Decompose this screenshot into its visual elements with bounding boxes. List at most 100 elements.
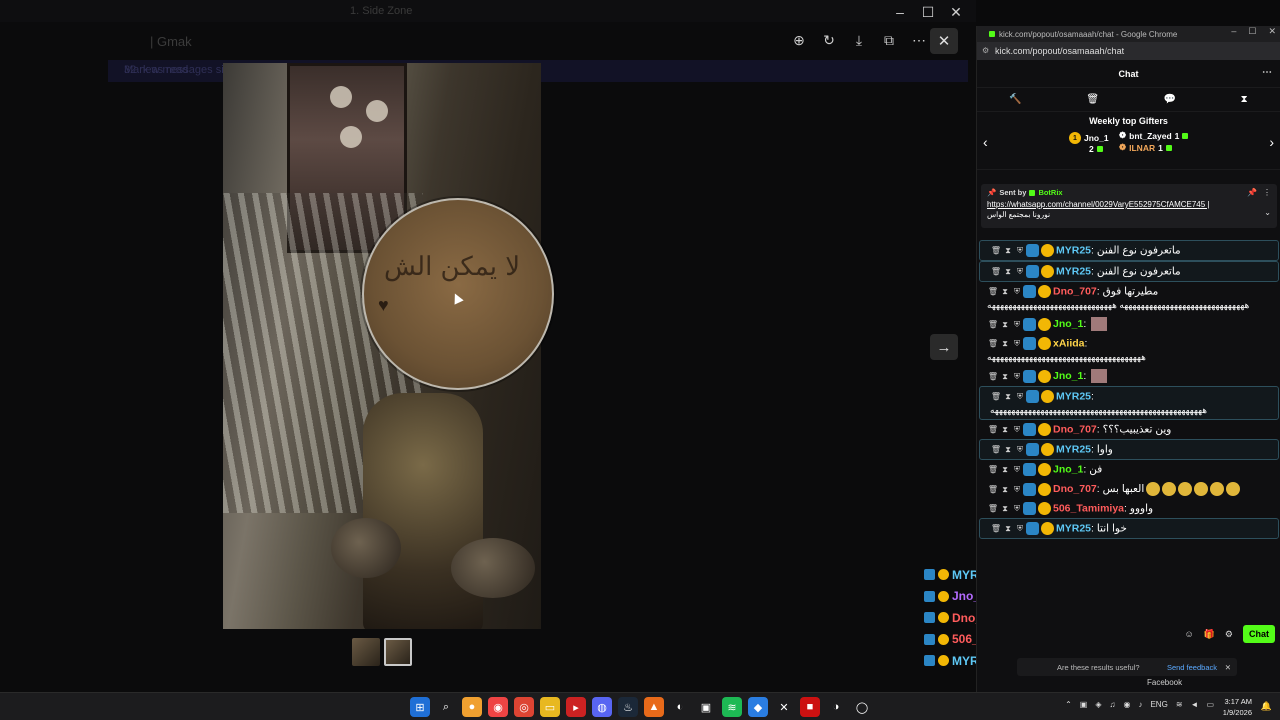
more-icon[interactable]: ⋯ (906, 28, 932, 52)
folder-icon[interactable]: ▭ (540, 697, 560, 717)
chat-username[interactable]: Dno_707 (1053, 483, 1097, 495)
windows-start-icon[interactable]: ⊞ (410, 697, 430, 717)
search-icon[interactable]: ⌕ (436, 697, 456, 717)
discord-icon[interactable]: ◍ (592, 697, 612, 717)
app-icon[interactable]: ◑ (826, 697, 846, 717)
chevron-down-icon[interactable]: ⌄ (1264, 208, 1271, 217)
shield-icon[interactable]: ⛨ (1011, 504, 1023, 514)
chat-username[interactable]: MYR25 (1056, 390, 1091, 402)
trash-icon[interactable]: 🗑 (987, 504, 999, 513)
notification-bell-icon[interactable]: 🔔 (1261, 701, 1272, 712)
download-icon[interactable]: ⤓ (846, 28, 872, 52)
volume-icon[interactable]: ◄ (1191, 700, 1199, 709)
shield-icon[interactable]: ⛨ (1011, 372, 1023, 382)
clock[interactable]: 3:17 AM 1/9/2026 (1223, 696, 1252, 718)
tray-icon[interactable]: ◈ (1095, 700, 1101, 709)
trash-icon[interactable]: 🗑 (987, 287, 999, 296)
wifi-icon[interactable]: ≋ (1176, 700, 1183, 709)
shield-icon[interactable]: ⛨ (1011, 287, 1023, 297)
trash-icon[interactable]: 🗑 (987, 465, 999, 474)
shield-icon[interactable]: ⛨ (1011, 485, 1023, 495)
send-chat-button[interactable]: Chat (1243, 625, 1275, 643)
hourglass-icon[interactable]: ⧗ (999, 465, 1011, 475)
minimize-icon[interactable]: – (886, 2, 914, 22)
chat-username[interactable]: Dno_707 (1053, 285, 1097, 297)
chevron-left-icon[interactable]: ‹ (983, 134, 988, 150)
chat-username[interactable]: Dno_707 (1053, 423, 1097, 435)
chat-username[interactable]: MYR25 (1056, 522, 1091, 534)
chat-username[interactable]: MYR25 (1056, 443, 1091, 455)
shield-icon[interactable]: ⛨ (1011, 339, 1023, 349)
shield-icon[interactable]: ⛨ (1014, 524, 1026, 534)
close-icon[interactable]: ✕ (942, 2, 970, 22)
gift-icon[interactable]: 🎁 (1204, 629, 1215, 640)
chevron-up-icon[interactable]: ⌃ (1065, 700, 1072, 709)
hourglass-icon[interactable]: ⧗ (999, 425, 1011, 435)
maximize-icon[interactable]: ☐ (914, 2, 942, 22)
chat-username[interactable]: 506_Tamimiya (1053, 502, 1124, 514)
app-icon[interactable]: ◎ (514, 697, 534, 717)
maximize-icon[interactable]: ☐ (1248, 26, 1256, 37)
trash-icon[interactable]: 🗑 (990, 246, 1002, 255)
trash-icon[interactable]: 🗑 (990, 524, 1002, 533)
site-info-icon[interactable]: ⚙ (982, 46, 989, 55)
trash-icon[interactable]: 🗑 (987, 320, 999, 329)
hourglass-icon[interactable]: ⧗ (999, 287, 1011, 297)
emote-icon[interactable]: ☺ (1185, 629, 1194, 639)
trash-icon[interactable]: 🗑 (987, 339, 999, 348)
app-icon[interactable]: ◐ (670, 697, 690, 717)
close-icon[interactable]: ✕ (1268, 26, 1276, 37)
shield-icon[interactable]: ⛨ (1014, 392, 1026, 402)
trash-icon[interactable]: 🗑 (990, 392, 1002, 401)
tray-icon[interactable]: ◉ (1123, 700, 1130, 709)
trash-icon[interactable]: 🗑 (990, 445, 1002, 454)
chat-bubble-icon[interactable]: 💬 (1164, 94, 1176, 105)
hourglass-icon[interactable]: ⧗ (1241, 94, 1248, 105)
thumbnail-selected[interactable] (384, 638, 412, 666)
rotate-icon[interactable]: ↻ (816, 28, 842, 52)
hammer-icon[interactable]: 🔨 (1009, 94, 1021, 105)
pinned-link[interactable]: https://whatsapp.com/channel/0029VaryE55… (987, 200, 1271, 209)
steam-icon[interactable]: ♨ (618, 697, 638, 717)
trash-icon[interactable]: 🗑 (1086, 94, 1099, 105)
hourglass-icon[interactable]: ⧗ (999, 372, 1011, 382)
viewer-close-button[interactable]: ✕ (930, 28, 958, 54)
chat-username[interactable]: Jno_1 (1053, 318, 1083, 330)
hourglass-icon[interactable]: ⧗ (1002, 445, 1014, 455)
send-feedback-link[interactable]: Send feedback (1167, 663, 1217, 672)
app-icon[interactable]: ● (462, 697, 482, 717)
chat-username[interactable]: xAiida (1053, 337, 1085, 349)
open-external-icon[interactable]: ⧉ (876, 28, 902, 52)
more-icon[interactable]: ⋯ (1262, 67, 1272, 78)
unpin-icon[interactable]: 📌 (1247, 188, 1257, 197)
hourglass-icon[interactable]: ⧗ (999, 485, 1011, 495)
spotify-icon[interactable]: ≋ (722, 697, 742, 717)
shield-icon[interactable]: ⛨ (1014, 246, 1026, 256)
shield-icon[interactable]: ⛨ (1011, 425, 1023, 435)
hourglass-icon[interactable]: ⧗ (1002, 267, 1014, 277)
shield-icon[interactable]: ⛨ (1014, 267, 1026, 277)
trash-icon[interactable]: 🗑 (987, 485, 999, 494)
settings-icon[interactable]: ⚙ (1225, 629, 1233, 640)
chevron-right-icon[interactable]: › (1269, 134, 1274, 150)
hourglass-icon[interactable]: ⧗ (1002, 392, 1014, 402)
hourglass-icon[interactable]: ⧗ (1002, 246, 1014, 256)
trash-icon[interactable]: 🗑 (987, 372, 999, 381)
app-icon[interactable]: ✕ (774, 697, 794, 717)
facebook-link[interactable]: Facebook (1147, 678, 1182, 687)
app-icon[interactable]: ◆ (748, 697, 768, 717)
close-icon[interactable]: ✕ (1225, 663, 1231, 672)
thumbnail[interactable] (352, 638, 380, 666)
address-bar[interactable]: ⚙ kick.com/popout/osamaaah/chat (977, 42, 1280, 60)
next-image-button[interactable]: → (930, 334, 958, 360)
chat-username[interactable]: MYR25 (1056, 265, 1091, 277)
hourglass-icon[interactable]: ⧗ (999, 339, 1011, 349)
shield-icon[interactable]: ⛨ (1011, 465, 1023, 475)
app-icon[interactable]: ▣ (696, 697, 716, 717)
hourglass-icon[interactable]: ⧗ (999, 320, 1011, 330)
trash-icon[interactable]: 🗑 (987, 425, 999, 434)
chat-username[interactable]: Jno_1 (1053, 370, 1083, 382)
chrome-icon[interactable]: ◉ (488, 697, 508, 717)
shield-icon[interactable]: ⛨ (1014, 445, 1026, 455)
more-icon[interactable]: ⋮ (1263, 188, 1271, 197)
